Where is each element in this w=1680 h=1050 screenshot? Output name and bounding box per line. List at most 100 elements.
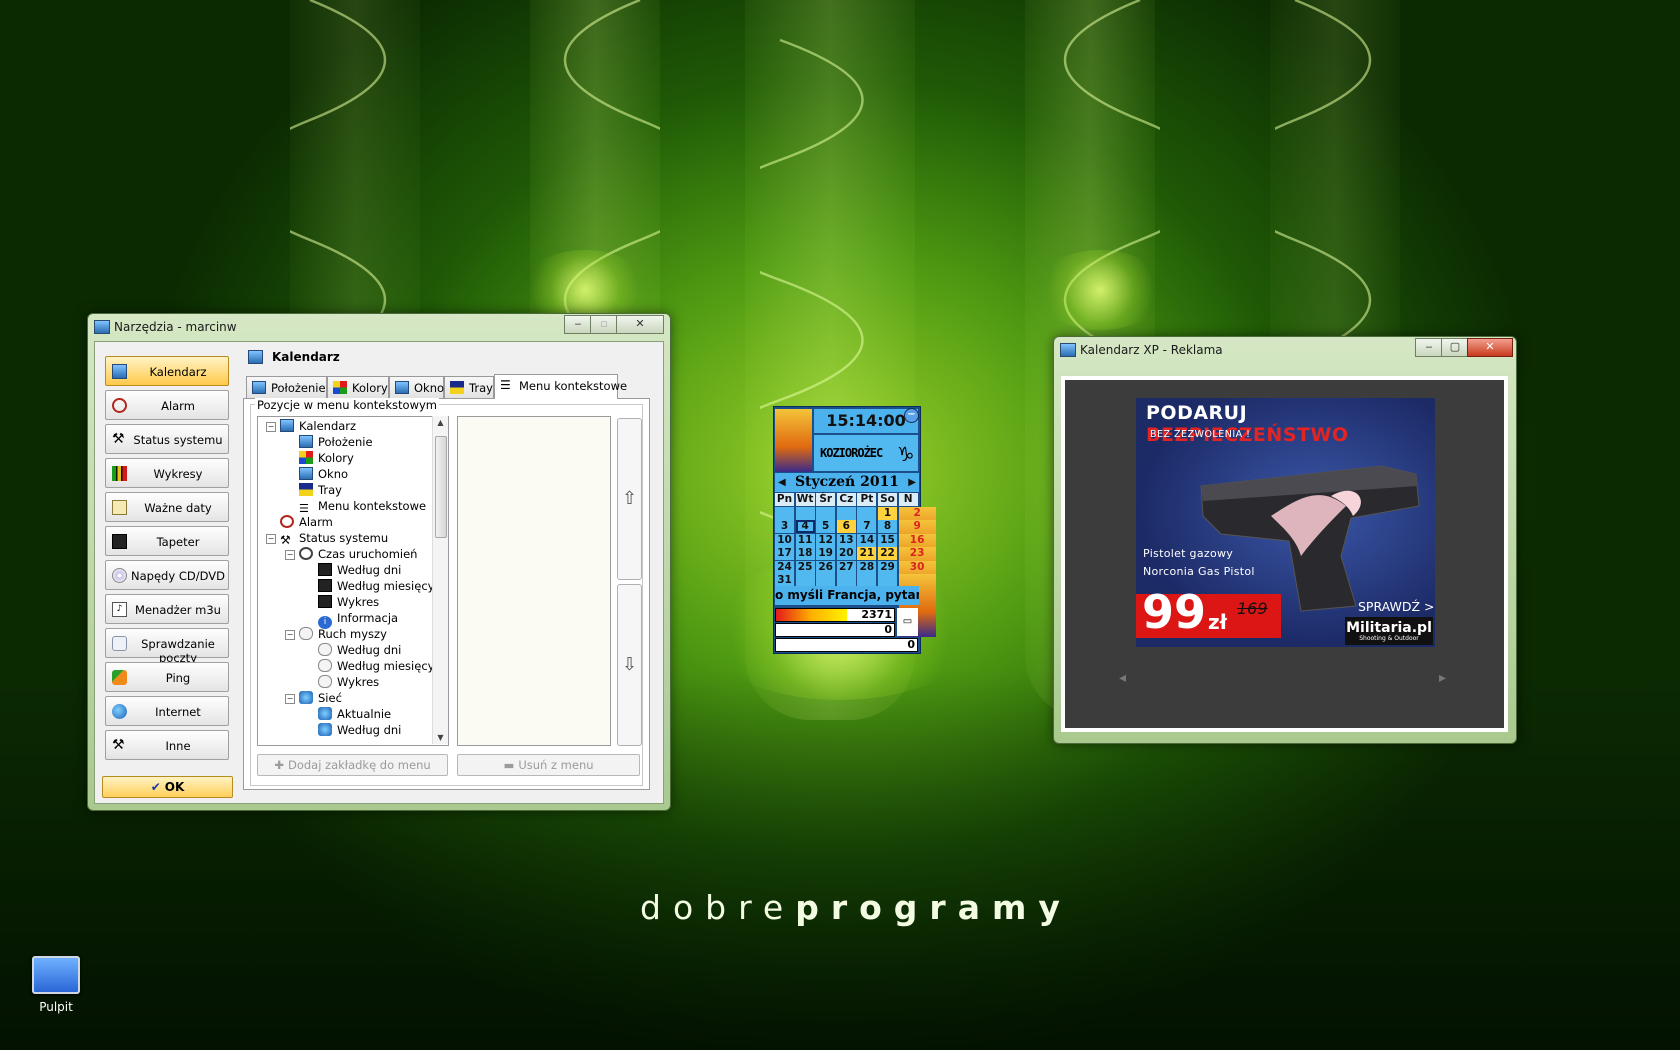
calendar-day[interactable]: 29	[878, 560, 897, 574]
tree-expander[interactable]: −	[266, 534, 276, 544]
calendar-day[interactable]: 22	[878, 547, 897, 560]
tree-node-czas-uruchomien[interactable]: Czas uruchomień	[299, 547, 417, 563]
calendar-day[interactable]: 8	[878, 520, 897, 533]
maximize-button[interactable]: ▢	[1441, 338, 1469, 357]
calendar-day[interactable]: 25	[795, 560, 815, 574]
remove-from-menu-button[interactable]: ▬ Usuń z menu	[457, 754, 640, 776]
tree-node-menu-kontekstowe[interactable]: ☰ Menu kontekstowe	[299, 499, 426, 515]
sidebar-item-sprawdzanie-poczty[interactable]: Sprawdzanie poczty	[105, 628, 229, 665]
maximize-button[interactable]: ▫	[590, 315, 618, 334]
tree-node-alarm[interactable]: Alarm	[280, 515, 333, 531]
calendar-day[interactable]: 18	[795, 547, 815, 560]
tree-node-wedlug-miesiecy[interactable]: Według miesięcy	[318, 579, 434, 595]
ad-cta[interactable]: SPRAWDŹ >	[1358, 599, 1435, 614]
tree-node-wedlug-miesiecy-2[interactable]: Według miesięcy	[318, 659, 434, 675]
tree-node-tray[interactable]: Tray	[299, 483, 342, 499]
sidebar-item-wykresy[interactable]: Wykresy	[105, 458, 229, 488]
close-button[interactable]: ✕	[616, 315, 664, 334]
desktop-icon-pulpit[interactable]: Pulpit	[26, 956, 86, 1014]
calendar-day[interactable]: 7	[857, 520, 877, 533]
tree-node-ruch-myszy[interactable]: Ruch myszy	[299, 627, 387, 643]
calendar-day[interactable]: 3	[775, 520, 794, 533]
sidebar-item-kalendarz[interactable]: Kalendarz	[105, 356, 229, 386]
sidebar-item-inne[interactable]: ⚒ Inne	[105, 730, 229, 760]
tab-menu-kontekstowe[interactable]: ☰ Menu kontekstowe	[494, 374, 627, 399]
tree-expander[interactable]: −	[285, 550, 295, 560]
weekday-header[interactable]: So	[878, 493, 897, 506]
drive-icon[interactable]: ▭	[897, 608, 918, 636]
tree-expander[interactable]: −	[266, 422, 276, 432]
sidebar-item-status-systemu[interactable]: ⚒ Status systemu	[105, 424, 229, 454]
tree-expander[interactable]: −	[285, 694, 295, 704]
prev-month-button[interactable]: ◀	[778, 473, 786, 492]
ad-prev-button[interactable]: ◂	[1119, 670, 1126, 686]
tree-node-wedlug-dni-3[interactable]: Według dni	[318, 723, 401, 739]
tree-scrollbar[interactable]: ▲ ▼	[432, 416, 448, 744]
title-bar[interactable]: Narzędzia - marcinw ‒ ▫ ✕	[88, 314, 670, 340]
scroll-up-arrow[interactable]: ▲	[433, 418, 448, 427]
tree-node-wykres-2[interactable]: Wykres	[318, 675, 379, 691]
calendar-day[interactable]: 19	[816, 547, 836, 560]
minimize-widget-button[interactable]: −	[904, 408, 919, 423]
calendar-day[interactable]: 5	[816, 520, 836, 533]
sidebar-item-wazne-daty[interactable]: Ważne daty	[105, 492, 229, 522]
sidebar-item-alarm[interactable]: Alarm	[105, 390, 229, 420]
ad-next-button[interactable]: ▸	[1439, 670, 1446, 686]
tree-node-aktualnie[interactable]: Aktualnie	[318, 707, 391, 723]
tree-node-wedlug-dni-2[interactable]: Według dni	[318, 643, 401, 659]
next-month-button[interactable]: ▶	[908, 473, 916, 492]
move-down-button[interactable]: ⇩	[617, 584, 642, 746]
sidebar-item-ping[interactable]: Ping	[105, 662, 229, 692]
weekday-header[interactable]: N	[898, 493, 918, 506]
calendar-day[interactable]: 28	[857, 560, 877, 574]
calendar-day[interactable]: 14	[857, 533, 877, 547]
weekday-header[interactable]: Pn	[775, 493, 794, 506]
tree-node-informacja[interactable]: i Informacja	[318, 611, 398, 629]
tree-node-wykres[interactable]: Wykres	[318, 595, 379, 611]
calendar-day[interactable]: 26	[816, 560, 836, 574]
sidebar-item-internet[interactable]: Internet	[105, 696, 229, 726]
tab-tray[interactable]: Tray	[444, 376, 494, 398]
sidebar-item-napedy-cd-dvd[interactable]: Napędy CD/DVD	[105, 560, 229, 590]
ok-button[interactable]: ✔ OK	[102, 776, 233, 798]
tree-node-kolory[interactable]: Kolory	[299, 451, 354, 467]
add-to-menu-button[interactable]: ✚ Dodaj zakładkę do menu	[257, 754, 448, 776]
tree-node-okno[interactable]: Okno	[299, 467, 348, 483]
calendar-day[interactable]: 24	[775, 560, 794, 574]
tree-node-siec[interactable]: Sieć	[299, 691, 342, 707]
sidebar-item-tapeter[interactable]: Tapeter	[105, 526, 229, 556]
calendar-day[interactable]: 20	[836, 547, 856, 560]
news-ticker[interactable]: o myśli Francja, pytan	[775, 586, 919, 605]
calendar-day[interactable]: 15	[878, 533, 897, 547]
tab-polozenie[interactable]: Położenie	[246, 376, 327, 398]
minimize-button[interactable]: ‒	[1415, 338, 1443, 357]
calendar-day[interactable]: 11	[795, 533, 815, 547]
calendar-day[interactable]: 4	[795, 520, 815, 533]
ad-banner[interactable]: PODARUJ BEZPIECZEŃSTWO BEZ ZEZWOLENIA ! …	[1136, 398, 1435, 647]
calendar-day[interactable]: 6	[836, 520, 856, 533]
move-up-button[interactable]: ⇧	[617, 418, 642, 580]
calendar-day[interactable]: 17	[775, 547, 794, 560]
tree-expander[interactable]: −	[285, 630, 295, 640]
weekday-header[interactable]: Śr	[816, 493, 836, 506]
minimize-button[interactable]: ‒	[564, 315, 592, 334]
title-bar[interactable]: Kalendarz XP - Reklama ‒ ▢ ✕	[1054, 337, 1516, 363]
weekday-header[interactable]: Pt	[857, 493, 877, 506]
calendar-widget[interactable]: 15:14:00 − KOZIOROŻEC ♑ ◀ Styczeń 2011 ▶ …	[773, 406, 936, 654]
tree-node-polozenie[interactable]: Położenie	[299, 435, 373, 451]
calendar-day[interactable]: 13	[836, 533, 856, 547]
calendar-day[interactable]: 21	[857, 547, 877, 560]
sidebar-item-menadzer-m3u[interactable]: ♪ Menadżer m3u	[105, 594, 229, 624]
menu-tree[interactable]: Kalendarz Położenie Kolory Okno Tray ☰ Me…	[257, 416, 449, 746]
scrollbar-thumb[interactable]	[435, 436, 447, 538]
tab-okno[interactable]: Okno	[389, 376, 444, 398]
scroll-down-arrow[interactable]: ▼	[433, 733, 448, 742]
calendar-day[interactable]: 10	[775, 533, 794, 547]
menu-items-list[interactable]	[457, 416, 611, 746]
weekday-header[interactable]: Cz	[836, 493, 856, 506]
calendar-day[interactable]: 27	[836, 560, 856, 574]
tab-kolory[interactable]: Kolory	[327, 376, 389, 398]
close-button[interactable]: ✕	[1467, 338, 1513, 357]
tree-node-wedlug-dni[interactable]: Według dni	[318, 563, 401, 579]
tree-node-status-systemu[interactable]: ⚒ Status systemu	[280, 531, 388, 547]
